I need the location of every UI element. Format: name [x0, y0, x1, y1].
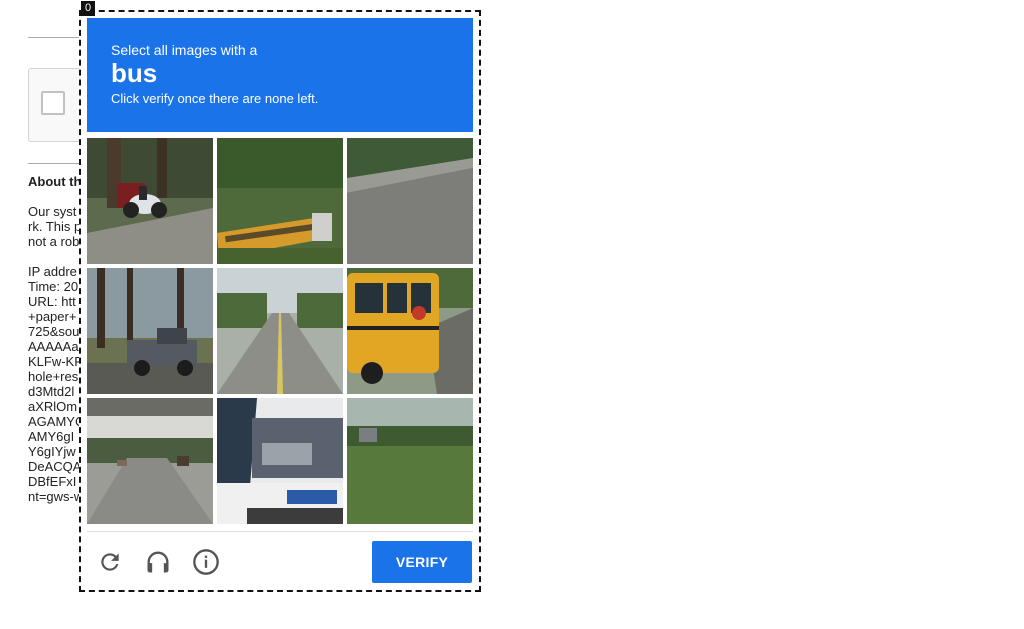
- prompt-target: bus: [111, 58, 158, 88]
- verify-button[interactable]: VERIFY: [372, 541, 472, 583]
- image-tile-9[interactable]: [347, 398, 473, 524]
- image-tile-1[interactable]: [87, 138, 213, 264]
- headphones-icon[interactable]: [140, 544, 176, 580]
- image-tile-8[interactable]: [217, 398, 343, 524]
- image-grid: [87, 138, 473, 524]
- challenge-header: Select all images with a bus Click verif…: [87, 18, 473, 132]
- image-tile-2[interactable]: [217, 138, 343, 264]
- prompt-line-1: Select all images with a: [111, 42, 258, 58]
- info-icon[interactable]: [188, 544, 224, 580]
- not-a-robot-checkbox[interactable]: [41, 91, 65, 115]
- footer-divider: [87, 531, 473, 532]
- frame-index-tag: 0: [81, 1, 96, 16]
- image-tile-7[interactable]: [87, 398, 213, 524]
- image-tile-5[interactable]: [217, 268, 343, 394]
- image-tile-4[interactable]: [87, 268, 213, 394]
- about-heading: About th: [28, 174, 82, 189]
- image-tile-3[interactable]: [347, 138, 473, 264]
- prompt-instructions: Click verify once there are none left.: [111, 91, 319, 106]
- image-tile-6[interactable]: [347, 268, 473, 394]
- reload-icon[interactable]: [92, 544, 128, 580]
